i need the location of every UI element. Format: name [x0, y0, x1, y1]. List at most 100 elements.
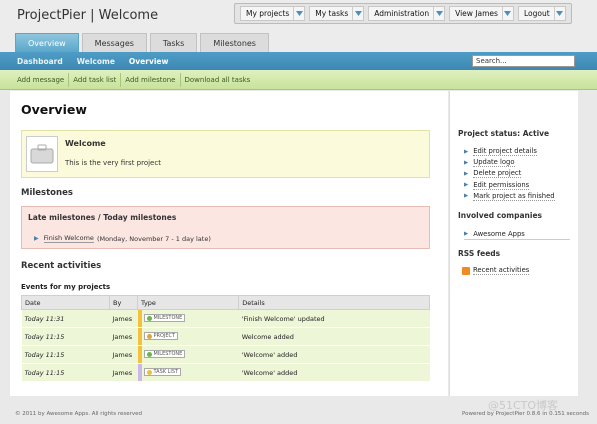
nav-item-2[interactable]: Administration — [368, 6, 446, 21]
col-details[interactable]: Details — [238, 295, 430, 310]
page-title: Overview — [21, 102, 87, 117]
action-add-milestone[interactable]: Add milestone — [121, 72, 181, 87]
type-icon — [146, 333, 152, 339]
project-action-link[interactable]: ▶ Edit permissions — [464, 180, 555, 191]
project-actions-list: ▶ Edit project details ▶ Update logo ▶ Delete… — [464, 146, 555, 202]
table-row: Today 11:15 James PROJECT Welcome added — [21, 327, 430, 346]
header: ProjectPier | Welcome My projects My task… — [0, 0, 597, 52]
chevron-down-icon[interactable] — [352, 7, 363, 20]
action-add-message[interactable]: Add message — [13, 72, 70, 87]
watermark: @51CTO博客 — [488, 399, 559, 412]
table-row: Today 11:15 James TASK LIST 'Welcome' added — [21, 363, 430, 382]
project-action-link[interactable]: ▶ Mark project as finished — [464, 191, 555, 202]
project-description: This is the very first project — [65, 159, 161, 167]
action-bar: Add message Add task list Add milestone Dow… — [0, 70, 597, 90]
breadcrumb-item: Overview — [128, 56, 169, 66]
breadcrumb-item[interactable]: Welcome — [77, 57, 115, 66]
project-action-link[interactable]: ▶ Delete project — [464, 168, 555, 179]
app-window: ProjectPier | Welcome My projects My task… — [0, 0, 597, 424]
type-badge: PROJECT — [143, 332, 179, 341]
chevron-down-icon[interactable] — [553, 7, 565, 20]
tab-tasks[interactable]: Tasks — [149, 33, 198, 52]
events-heading: Events for my projects — [21, 283, 111, 291]
copyright: © 2011 by Awesome Apps. All rights reser… — [15, 411, 143, 417]
event-type: TASK LIST — [141, 363, 239, 382]
event-by: James — [109, 327, 138, 346]
event-details: 'Welcome' added — [238, 345, 430, 364]
event-details: 'Welcome' added — [238, 363, 430, 382]
nav-item-0[interactable]: My projects — [240, 6, 306, 21]
companies-heading: Involved companies — [458, 211, 543, 220]
project-action-label: Mark project as finished — [473, 191, 555, 201]
company-item[interactable]: ▶ Awesome Apps — [464, 228, 570, 240]
milestone-link[interactable]: Finish Welcome — [43, 234, 94, 243]
arrow-right-icon: ▶ — [464, 193, 469, 200]
type-badge: MILESTONE — [143, 350, 186, 359]
nav-item-1[interactable]: My tasks — [309, 6, 365, 21]
col-type[interactable]: Type — [136, 295, 240, 310]
project-action-label: Update logo — [473, 158, 515, 168]
rss-heading: RSS feeds — [458, 249, 501, 258]
type-label: MILESTONE — [153, 351, 183, 358]
nav-item-label: Logout — [523, 9, 550, 18]
arrow-right-icon: ▶ — [34, 235, 39, 242]
project-status-heading: Project status: Active — [458, 129, 550, 138]
event-details: 'Finish Welcome' updated — [238, 309, 430, 328]
breadcrumb-item[interactable]: Dashboard — [17, 57, 63, 66]
table-row: Today 11:31 James MILESTONE 'Finish Welcome… — [21, 309, 430, 328]
event-date: Today 11:15 — [21, 345, 110, 364]
milestone-item: ▶ Finish Welcome (Monday, November 7 - 1… — [34, 234, 211, 243]
arrow-right-icon: ▶ — [464, 230, 469, 237]
nav-item-4[interactable]: Logout — [517, 6, 566, 21]
nav-item-3[interactable]: View James — [449, 6, 514, 21]
event-date: Today 11:15 — [21, 363, 110, 382]
rss-link-label: Recent activities — [473, 266, 530, 275]
nav-item-label: My tasks — [315, 9, 349, 18]
project-action-label: Edit project details — [473, 147, 537, 157]
event-by: James — [109, 345, 138, 364]
table-header-row: Date By Type Details — [21, 295, 430, 310]
event-type: MILESTONE — [141, 345, 239, 364]
action-download-all-tasks[interactable]: Download all tasks — [181, 73, 255, 87]
tab-messages[interactable]: Messages — [81, 33, 147, 52]
main-content: Overview Welcome This is the very first … — [10, 91, 448, 396]
type-label: PROJECT — [153, 333, 176, 340]
late-milestones-box: Late milestones / Today milestones ▶ Fin… — [21, 206, 430, 249]
rss-icon — [462, 266, 470, 275]
project-action-link[interactable]: ▶ Update logo — [464, 157, 555, 168]
tab-milestones[interactable]: Milestones — [200, 33, 269, 52]
action-add-task-list[interactable]: Add task list — [69, 72, 122, 87]
event-type: PROJECT — [141, 327, 239, 346]
type-label: MILESTONE — [153, 315, 183, 322]
project-action-label: Delete project — [473, 169, 522, 179]
table-row: Today 11:15 James MILESTONE 'Welcome' added — [21, 345, 430, 364]
event-date: Today 11:31 — [21, 309, 110, 328]
nav-item-label: View James — [455, 9, 498, 18]
col-by[interactable]: By — [109, 295, 138, 310]
nav-item-label: My projects — [246, 9, 290, 18]
type-badge: MILESTONE — [143, 314, 186, 323]
sidebar: Project status: Active ▶ Edit project det… — [449, 91, 578, 396]
chevron-down-icon[interactable] — [433, 7, 444, 20]
event-details: Welcome added — [238, 327, 430, 346]
type-label: TASK LIST — [153, 369, 179, 376]
event-by: James — [109, 309, 138, 328]
type-badge: TASK LIST — [143, 368, 182, 377]
tab-overview[interactable]: Overview — [15, 33, 79, 52]
type-icon — [146, 351, 152, 357]
briefcase-icon — [26, 136, 58, 172]
project-name: Welcome — [65, 139, 106, 148]
type-icon — [146, 315, 152, 321]
chevron-down-icon[interactable] — [293, 7, 304, 20]
project-action-link[interactable]: ▶ Edit project details — [464, 146, 555, 157]
top-nav: My projects My tasks Administration View Ja… — [234, 3, 572, 24]
col-date[interactable]: Date — [21, 295, 110, 310]
arrow-right-icon: ▶ — [464, 170, 469, 177]
arrow-right-icon: ▶ — [464, 182, 469, 189]
recent-activities-heading: Recent activities — [21, 261, 102, 271]
app-title: ProjectPier | Welcome — [17, 8, 159, 23]
search-input[interactable] — [472, 55, 575, 67]
late-milestones-title: Late milestones / Today milestones — [28, 213, 177, 222]
chevron-down-icon[interactable] — [501, 7, 513, 20]
rss-link[interactable]: Recent activities — [462, 266, 530, 275]
